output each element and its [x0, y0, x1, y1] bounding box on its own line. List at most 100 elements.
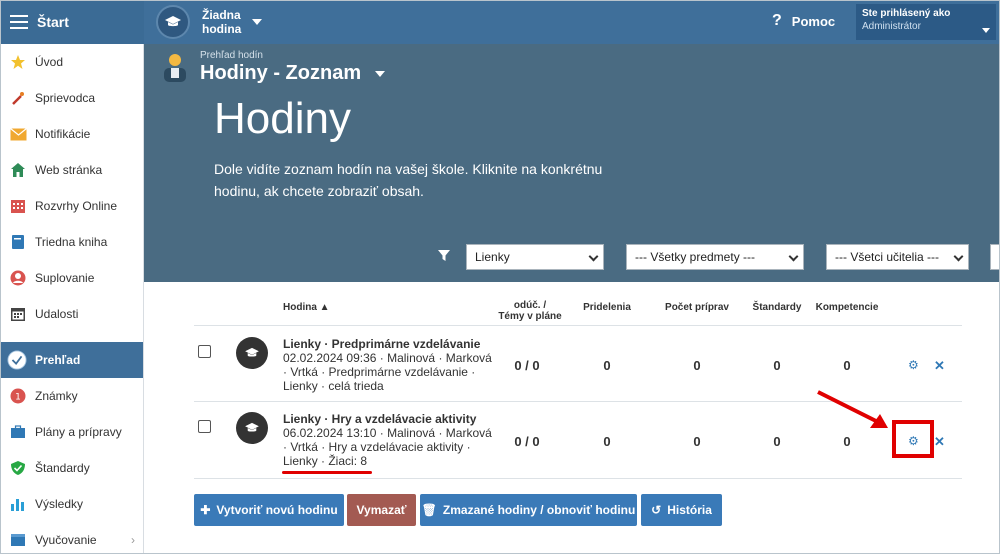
- page-selector-label: Hodiny - Zoznam: [200, 62, 362, 84]
- grade-icon: 1: [9, 387, 27, 405]
- sidebar-item-label: Web stránka: [35, 163, 103, 177]
- lesson-info[interactable]: Lienky · Predprimárne vzdelávanie 02.02.…: [283, 337, 498, 393]
- lesson-info[interactable]: Lienky · Hry a vzdelávacie aktivity 06.0…: [283, 412, 498, 468]
- lesson-detail: 06.02.2024 13:10 · Malinová · Marková: [283, 426, 492, 440]
- start-label: Štart: [37, 14, 69, 30]
- column-header-preparations: Počet príprav: [665, 302, 729, 313]
- help-button[interactable]: ? Pomoc: [772, 12, 835, 30]
- start-menu-button[interactable]: Štart: [0, 0, 144, 44]
- calendar-grid-icon: [9, 197, 27, 215]
- sidebar-item-label: Suplovanie: [35, 271, 95, 285]
- sidebar-item-sprievodca[interactable]: Sprievodca: [0, 80, 143, 116]
- history-icon: ↺: [651, 503, 662, 517]
- briefcase-icon: [9, 423, 27, 441]
- table-header: Hodina ▲ odúč. / Témy v pláne Pridelenia…: [194, 296, 962, 326]
- sidebar-item-suplovanie[interactable]: Suplovanie: [0, 260, 143, 296]
- assignments-value: 0: [603, 434, 611, 449]
- sidebar-item-plany[interactable]: Plány a prípravy: [0, 414, 143, 450]
- column-header-taught: odúč. / Témy v pláne: [490, 300, 570, 322]
- gear-icon[interactable]: ⚙: [908, 358, 919, 372]
- page-title: Hodiny: [214, 94, 351, 143]
- sidebar: Úvod Sprievodca Notifikácie Web stránka …: [0, 44, 144, 554]
- sidebar-item-vysledky[interactable]: Výsledky: [0, 486, 143, 522]
- question-icon: ?: [772, 12, 782, 29]
- close-icon[interactable]: ✕: [934, 358, 945, 374]
- chevron-right-icon: ›: [131, 533, 135, 547]
- extra-filter-select[interactable]: [990, 244, 1000, 270]
- page-header: Prehľad hodín Hodiny - Zoznam Hodiny Dol…: [144, 44, 1000, 282]
- user-menu[interactable]: Ste prihlásený ako Administrátor: [856, 4, 996, 40]
- shield-check-icon: [9, 459, 27, 477]
- magic-wand-icon: [9, 89, 27, 107]
- page-description: Dole vidíte zoznam hodín na vašej škole.…: [214, 161, 603, 199]
- person-icon: [9, 269, 27, 287]
- annotation-highlight-box: [892, 420, 934, 458]
- sidebar-item-standardy[interactable]: Štandardy: [0, 450, 143, 486]
- sidebar-item-vyucovanie[interactable]: Vyučovanie ›: [0, 522, 143, 554]
- sidebar-item-label: Udalosti: [35, 307, 79, 321]
- competences-value: 0: [843, 358, 851, 373]
- user-role: Administrátor: [862, 21, 921, 32]
- standards-value: 0: [773, 434, 781, 449]
- trash-icon: 🗑: [421, 503, 437, 517]
- book-icon: [9, 233, 27, 251]
- lesson-detail: 02.02.2024 09:36 · Malinová · Marková: [283, 351, 492, 365]
- teacher-filter-value: --- Všetci učitelia ---: [835, 250, 940, 264]
- breadcrumb: Prehľad hodín: [200, 50, 263, 61]
- sidebar-item-label: Sprievodca: [35, 91, 96, 105]
- sidebar-item-uvod[interactable]: Úvod: [0, 44, 143, 80]
- star-icon: [9, 53, 27, 71]
- sidebar-item-znamky[interactable]: 1 Známky: [0, 378, 143, 414]
- sidebar-item-label: Vyučovanie: [35, 533, 97, 547]
- column-header-assignments: Pridelenia: [583, 302, 631, 313]
- annotation-arrow-icon: [817, 390, 888, 428]
- lesson-title: Lienky · Predprimárne vzdelávanie: [283, 337, 481, 351]
- column-header-competences: Kompetencie: [815, 302, 879, 313]
- graduation-cap-icon: [236, 412, 268, 444]
- sidebar-item-notifikacie[interactable]: Notifikácie: [0, 116, 143, 152]
- sidebar-item-triedna-kniha[interactable]: Triedna kniha: [0, 224, 143, 260]
- sidebar-item-udalosti[interactable]: Udalosti: [0, 296, 143, 332]
- create-lesson-button[interactable]: ✚ Vytvoriť novú hodinu: [194, 494, 344, 526]
- row-checkbox[interactable]: [198, 345, 211, 358]
- sidebar-item-web[interactable]: Web stránka: [0, 152, 143, 188]
- lesson-detail: · Vrtká · Hry a vzdelávacie aktivity ·: [283, 440, 471, 454]
- assignments-value: 0: [603, 358, 611, 373]
- sidebar-item-rozvrhy[interactable]: Rozvrhy Online: [0, 188, 143, 224]
- column-header-taught-line1: odúč. /: [513, 300, 547, 311]
- lesson-detail: Lienky · celá trieda: [283, 379, 384, 393]
- annotation-underline: [282, 471, 372, 474]
- page-selector[interactable]: Hodiny - Zoznam: [200, 62, 386, 85]
- history-label: História: [667, 503, 712, 517]
- teacher-filter-select[interactable]: --- Všetci učitelia ---: [826, 244, 969, 270]
- graduation-cap-icon: [156, 5, 190, 39]
- user-line1: Ste prihlásený ako: [862, 8, 951, 19]
- deleted-lessons-button[interactable]: 🗑 Zmazané hodiny / obnoviť hodinu: [420, 494, 637, 526]
- sidebar-item-label: Štandardy: [35, 461, 90, 475]
- sidebar-item-label: Notifikácie: [35, 127, 91, 141]
- chevron-down-icon: [375, 70, 386, 77]
- preparations-value: 0: [693, 434, 701, 449]
- class-filter-select[interactable]: Lienky: [466, 244, 604, 270]
- history-button[interactable]: ↺ História: [641, 494, 722, 526]
- column-header-taught-line2: Témy v pláne: [498, 311, 562, 322]
- check-circle-icon: [7, 350, 27, 370]
- filter-icon: [438, 250, 450, 261]
- sidebar-item-label: Známky: [35, 389, 78, 403]
- chevron-down-icon: [588, 251, 599, 262]
- chevron-down-icon: [252, 19, 262, 25]
- class-filter-value: Lienky: [475, 250, 510, 264]
- subject-filter-select[interactable]: --- Všetky predmety ---: [626, 244, 804, 270]
- top-bar: Štart Žiadna hodina ? Pomoc Ste prihláse…: [0, 0, 1000, 44]
- sidebar-item-label: Úvod: [35, 55, 64, 69]
- sidebar-item-label: Triedna kniha: [35, 235, 108, 249]
- sidebar-divider: [0, 332, 143, 342]
- sidebar-item-prehlad[interactable]: Prehľad: [0, 342, 143, 378]
- column-header-lesson[interactable]: Hodina ▲: [283, 302, 330, 313]
- delete-button[interactable]: Vymazať: [347, 494, 416, 526]
- preparations-value: 0: [693, 358, 701, 373]
- row-checkbox[interactable]: [198, 420, 211, 433]
- standards-value: 0: [773, 358, 781, 373]
- current-lesson-dropdown[interactable]: Žiadna hodina: [156, 4, 262, 40]
- close-icon[interactable]: ✕: [934, 434, 945, 450]
